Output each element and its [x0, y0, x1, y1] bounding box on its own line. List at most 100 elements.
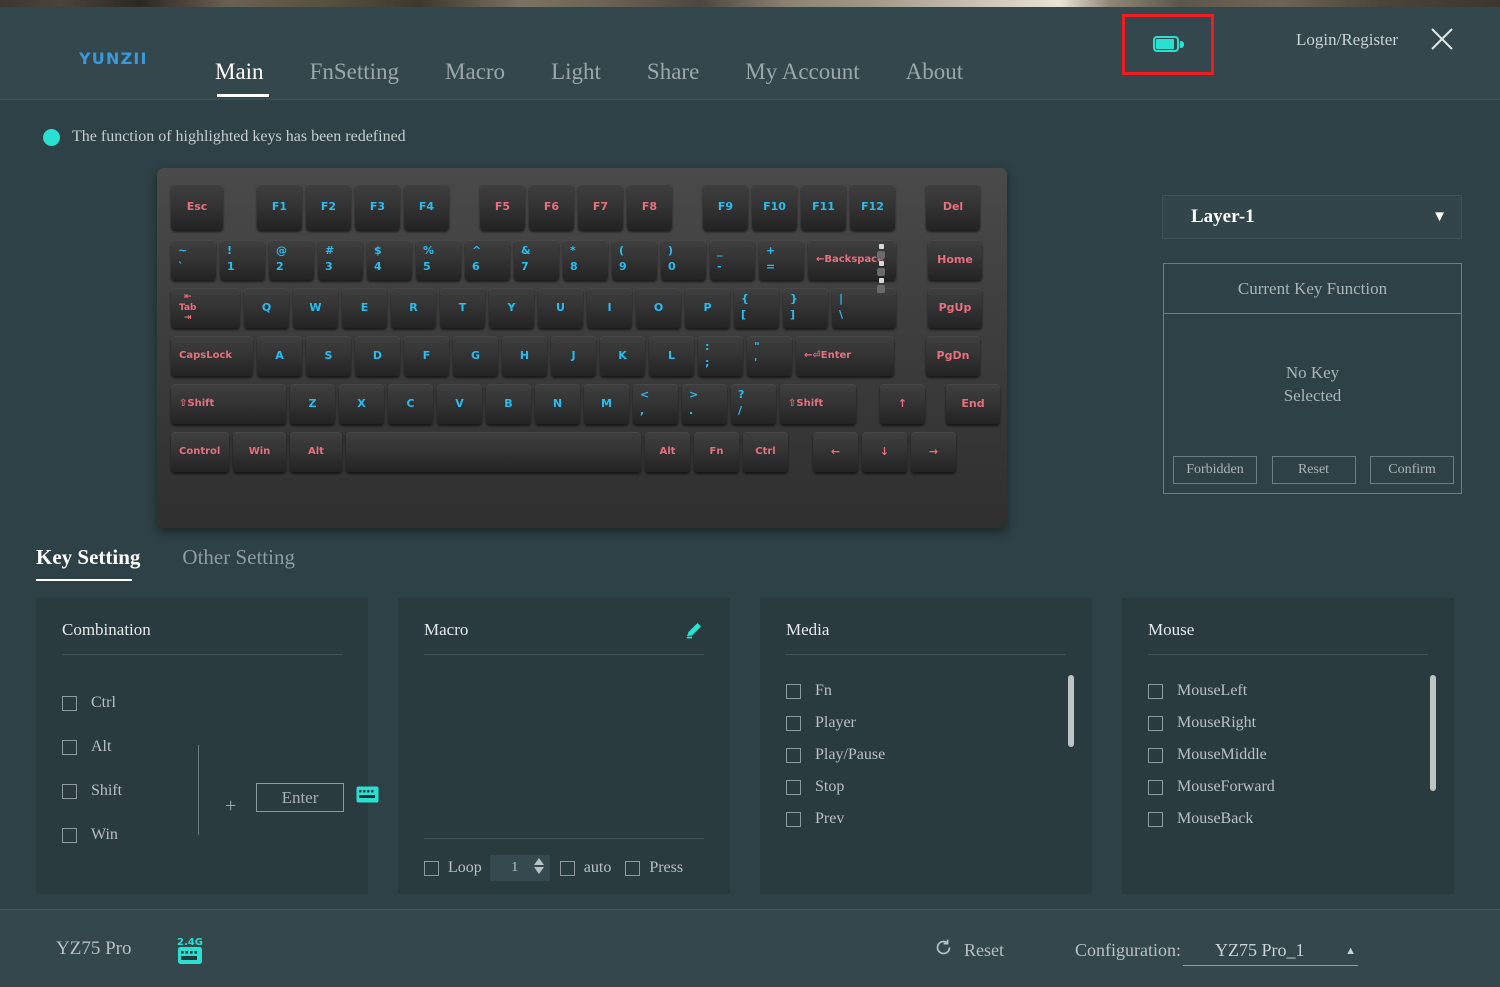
key-e[interactable]: E [342, 288, 387, 328]
key-2[interactable]: @2 [269, 240, 314, 280]
key-[interactable]: }] [783, 288, 828, 328]
media-checkbox-play-pause[interactable] [786, 748, 801, 763]
press-checkbox-row[interactable]: Press [625, 859, 683, 877]
key-f8[interactable]: F8 [627, 184, 672, 230]
key-c[interactable]: C [388, 384, 433, 424]
pencil-icon[interactable] [684, 620, 704, 640]
nav-item-main[interactable]: Main [215, 59, 264, 97]
key-t[interactable]: T [440, 288, 485, 328]
loop-checkbox-row[interactable]: Loop [424, 859, 482, 877]
key-x[interactable]: X [339, 384, 384, 424]
key-d[interactable]: D [355, 336, 400, 376]
nav-item-fnsetting[interactable]: FnSetting [310, 59, 399, 97]
keyboard-24g-icon[interactable]: 2.4G [170, 932, 210, 972]
key-capslock[interactable]: CapsLock [171, 336, 253, 376]
key-[interactable]: :; [698, 336, 743, 376]
media-row-fn[interactable]: Fn [786, 675, 1066, 707]
modifier-checkbox-alt[interactable] [62, 740, 77, 755]
modifier-row-ctrl[interactable]: Ctrl [62, 681, 182, 725]
auto-checkbox-row[interactable]: auto [560, 859, 612, 877]
key-o[interactable]: O [636, 288, 681, 328]
key-enter[interactable]: ←⏎Enter [796, 336, 894, 376]
key-n[interactable]: N [535, 384, 580, 424]
key-alt[interactable]: Alt [645, 432, 690, 472]
media-scrollbar-thumb[interactable] [1068, 675, 1074, 747]
mouse-checkbox-mousemiddle[interactable] [1148, 748, 1163, 763]
battery-icon[interactable] [1153, 36, 1183, 54]
media-row-player[interactable]: Player [786, 707, 1066, 739]
key-end[interactable]: End [946, 384, 1000, 424]
nav-item-my-account[interactable]: My Account [745, 59, 859, 97]
key-f11[interactable]: F11 [801, 184, 846, 230]
key-[interactable]: → [911, 432, 956, 472]
nav-item-light[interactable]: Light [551, 59, 601, 97]
key-5[interactable]: %5 [416, 240, 461, 280]
nav-item-macro[interactable]: Macro [445, 59, 505, 97]
mouse-checkbox-mouseforward[interactable] [1148, 780, 1163, 795]
mouse-row-mouseright[interactable]: MouseRight [1148, 707, 1428, 739]
key-i[interactable]: I [587, 288, 632, 328]
media-row-stop[interactable]: Stop [786, 771, 1066, 803]
key-[interactable]: {[ [734, 288, 779, 328]
key-f1[interactable]: F1 [257, 184, 302, 230]
key-shift[interactable]: ⇧Shift [171, 384, 286, 424]
media-row-play-pause[interactable]: Play/Pause [786, 739, 1066, 771]
mouse-checkbox-mouseback[interactable] [1148, 812, 1163, 827]
key-del[interactable]: Del [926, 184, 980, 230]
media-checkbox-fn[interactable] [786, 684, 801, 699]
key-[interactable]: _- [710, 240, 755, 280]
mouse-row-mouseback[interactable]: MouseBack [1148, 803, 1428, 835]
stepper-down-icon[interactable] [534, 867, 544, 874]
key-3[interactable]: #3 [318, 240, 363, 280]
key-6[interactable]: ^6 [465, 240, 510, 280]
key-j[interactable]: J [551, 336, 596, 376]
loop-count-stepper[interactable]: 1 [490, 855, 550, 881]
key-b[interactable]: B [486, 384, 531, 424]
key-w[interactable]: W [293, 288, 338, 328]
key-[interactable]: ?/ [731, 384, 776, 424]
key-[interactable]: <, [633, 384, 678, 424]
key-[interactable]: >. [682, 384, 727, 424]
key-[interactable]: += [759, 240, 804, 280]
press-checkbox[interactable] [625, 861, 640, 876]
key-f9[interactable]: F9 [703, 184, 748, 230]
keyboard-visual[interactable]: EscF1F2F3F4F5F6F7F8F9F10F11F12Del~`!1@2#… [157, 168, 1007, 528]
key-shift[interactable]: ⇧Shift [780, 384, 856, 424]
key-[interactable]: ~` [171, 240, 216, 280]
key-g[interactable]: G [453, 336, 498, 376]
media-row-prev[interactable]: Prev [786, 803, 1066, 835]
key-f12[interactable]: F12 [850, 184, 895, 230]
key-z[interactable]: Z [290, 384, 335, 424]
key-f3[interactable]: F3 [355, 184, 400, 230]
auto-checkbox[interactable] [560, 861, 575, 876]
key-m[interactable]: M [584, 384, 629, 424]
key-[interactable]: ↑ [880, 384, 925, 424]
key-[interactable]: ↓ [862, 432, 907, 472]
setting-tab-key-setting[interactable]: Key Setting [36, 545, 140, 581]
key-pgdn[interactable]: PgDn [926, 336, 980, 376]
modifier-checkbox-ctrl[interactable] [62, 696, 77, 711]
key-[interactable]: "' [747, 336, 792, 376]
key-fn[interactable]: Fn [694, 432, 739, 472]
close-icon[interactable] [1428, 25, 1456, 53]
key-f4[interactable]: F4 [404, 184, 449, 230]
key-8[interactable]: *8 [563, 240, 608, 280]
key-f7[interactable]: F7 [578, 184, 623, 230]
login-register-link[interactable]: Login/Register [1296, 30, 1398, 50]
loop-checkbox[interactable] [424, 861, 439, 876]
nav-item-about[interactable]: About [906, 59, 964, 97]
keyboard-icon[interactable] [356, 786, 379, 803]
key-7[interactable]: &7 [514, 240, 559, 280]
reset-button[interactable]: Reset [934, 938, 1004, 962]
key-f6[interactable]: F6 [529, 184, 574, 230]
media-checkbox-stop[interactable] [786, 780, 801, 795]
key-0[interactable]: )0 [661, 240, 706, 280]
reset-key-button[interactable]: Reset [1272, 456, 1356, 484]
key-alt[interactable]: Alt [290, 432, 342, 472]
modifier-row-win[interactable]: Win [62, 813, 182, 857]
key-q[interactable]: Q [244, 288, 289, 328]
media-checkbox-prev[interactable] [786, 812, 801, 827]
modifier-row-shift[interactable]: Shift [62, 769, 182, 813]
key-tab[interactable]: ⇤Tab⇥ [171, 288, 240, 328]
key-4[interactable]: $4 [367, 240, 412, 280]
